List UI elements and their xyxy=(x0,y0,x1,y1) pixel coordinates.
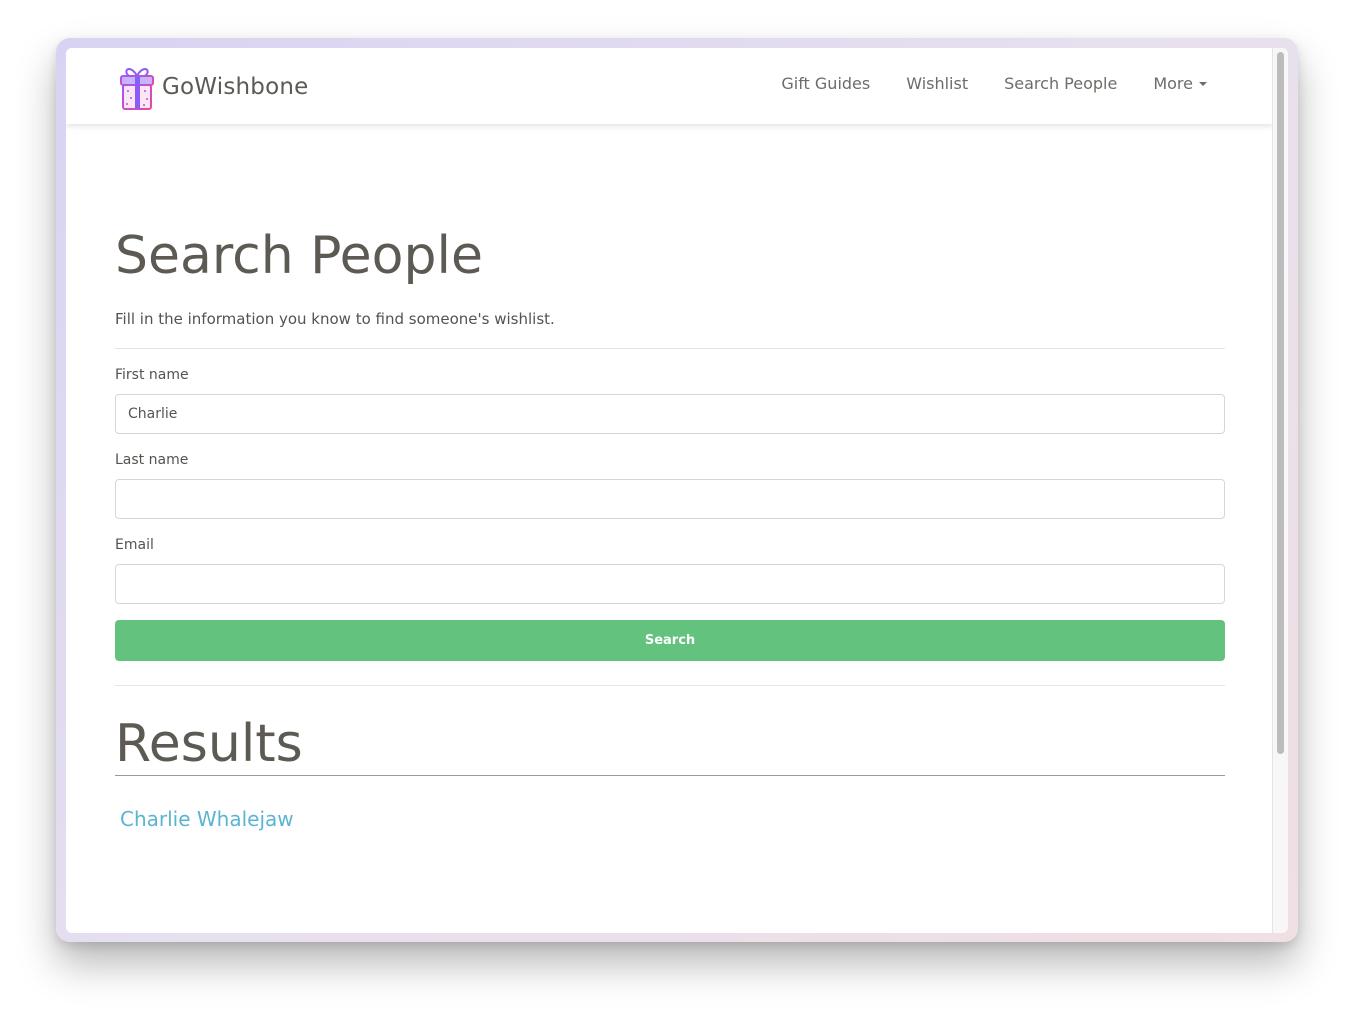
divider xyxy=(115,685,1225,686)
nav-wishlist[interactable]: Wishlist xyxy=(906,74,968,93)
nav-gift-guides[interactable]: Gift Guides xyxy=(781,74,870,93)
brand-home-link[interactable]: GoWishbone xyxy=(118,62,308,112)
nav-more-dropdown[interactable]: More xyxy=(1153,74,1207,93)
results-divider xyxy=(115,775,1225,776)
last-name-label: Last name xyxy=(115,452,189,468)
page-description: Fill in the information you know to find… xyxy=(115,310,555,328)
divider xyxy=(115,348,1225,349)
results-title: Results xyxy=(115,714,303,774)
first-name-input[interactable] xyxy=(115,394,1225,434)
vertical-scrollbar[interactable] xyxy=(1272,48,1288,933)
first-name-label: First name xyxy=(115,367,189,383)
nav-search-people[interactable]: Search People xyxy=(1004,74,1117,93)
brand-name: GoWishbone xyxy=(162,74,309,100)
nav-links: Gift Guides Wishlist Search People More xyxy=(745,74,1207,93)
email-input[interactable] xyxy=(115,564,1225,604)
top-navbar: GoWishbone Gift Guides Wishlist Search P… xyxy=(66,48,1273,124)
last-name-input[interactable] xyxy=(115,479,1225,519)
search-button[interactable]: Search xyxy=(115,620,1225,661)
gift-box-icon xyxy=(120,68,154,110)
nav-more-label: More xyxy=(1153,74,1193,93)
caret-down-icon xyxy=(1199,82,1207,86)
result-link[interactable]: Charlie Whalejaw xyxy=(120,807,294,831)
scrollbar-thumb[interactable] xyxy=(1277,52,1284,754)
page-viewport: GoWishbone Gift Guides Wishlist Search P… xyxy=(66,48,1288,933)
email-label: Email xyxy=(115,537,154,553)
page-title: Search People xyxy=(115,226,483,286)
browser-window: GoWishbone Gift Guides Wishlist Search P… xyxy=(56,38,1298,942)
